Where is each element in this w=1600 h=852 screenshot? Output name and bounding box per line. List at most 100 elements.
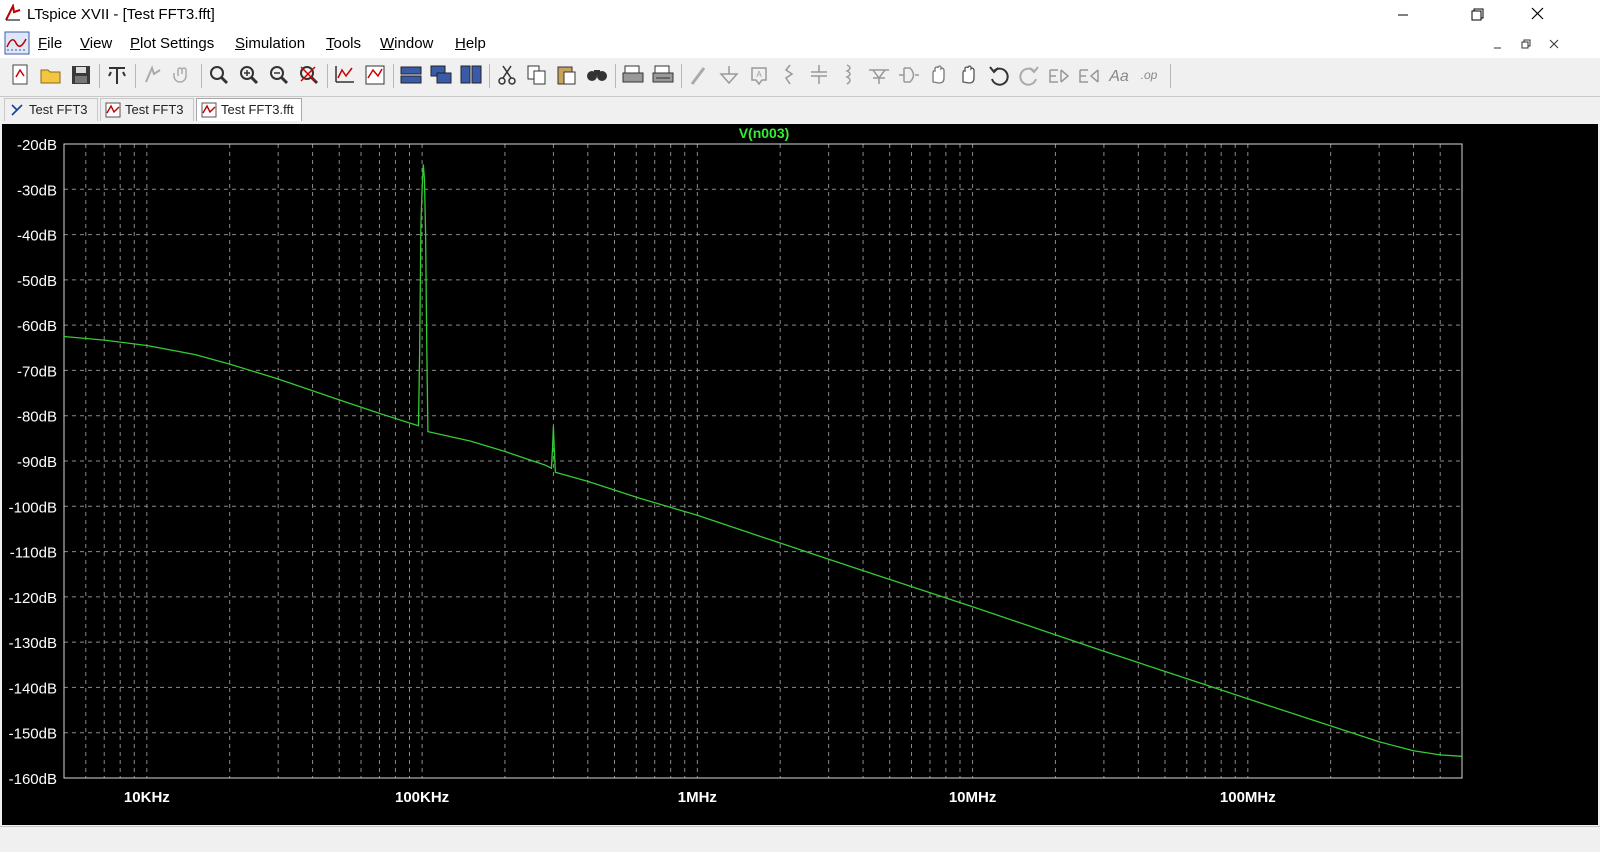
menu-plot-settings[interactable]: Plot Settings [130,35,214,52]
y-tick-label: -60dB [17,318,57,335]
menu-file[interactable]: File [38,35,62,52]
tab-fft[interactable]: Test FFT3.fft [196,98,302,121]
mdi-restore-button[interactable] [1516,34,1536,54]
restore-button[interactable] [1450,0,1506,30]
open-icon [40,69,61,84]
diode-button[interactable] [866,62,892,88]
new-schematic-button[interactable] [8,62,34,88]
undo-icon [989,66,1009,86]
y-tick-label: -20dB [17,137,57,154]
spice-directive-button[interactable]: .op [1136,62,1162,88]
tab-label: Test FFT3 [125,102,184,117]
control-panel-button[interactable] [104,62,130,88]
delete-traces-button[interactable] [362,62,388,88]
y-tick-label: -50dB [17,273,57,290]
restore-icon [1471,8,1484,21]
close-icon [1549,39,1559,49]
text-button[interactable]: Aa [1106,62,1132,88]
find-icon [587,70,607,81]
open-button[interactable] [38,62,64,88]
close-button[interactable] [1510,0,1566,30]
y-tick-label: -120dB [9,590,57,607]
zoom-in-button[interactable] [236,62,262,88]
redo-button[interactable] [1016,62,1042,88]
ltspice-logo-icon [5,4,21,21]
halt-button[interactable] [170,62,196,88]
cut-button[interactable] [494,62,520,88]
redo-icon [1019,66,1039,86]
zoom-fit-button[interactable] [296,62,322,88]
new-schematic-icon [12,64,28,85]
copy-icon [527,65,546,85]
plot-pane[interactable]: V(n003) -20dB -30dB -40dB -50dB -60dB -70dB -8… [2,124,1598,825]
drag-icon [962,65,975,84]
zoom-out-button[interactable] [266,62,292,88]
tab-waveform[interactable]: Test FFT3 [100,98,194,121]
status-bar [0,826,1600,852]
drag-button[interactable] [956,62,982,88]
trace-v-n003[interactable] [63,164,1463,757]
move-icon [932,65,945,84]
zoom-out-icon [270,66,289,85]
inductor-button[interactable] [836,62,862,88]
menu-window[interactable]: Window [380,35,433,52]
draw-wire-button[interactable] [686,62,712,88]
zoom-fit-icon [300,66,319,85]
toolbar-separator [99,64,100,88]
mdi-minimize-button[interactable] [1488,34,1508,54]
title-bar: LTspice XVII - [Test FFT3.fft] [0,0,1600,30]
draw-wire-icon [690,67,706,85]
mirror-icon [1079,69,1099,83]
cut-icon [498,65,516,85]
run-button[interactable] [140,62,166,88]
rotate-button[interactable] [1046,62,1072,88]
find-button[interactable] [584,62,610,88]
print-preview-button[interactable] [650,62,676,88]
menu-view[interactable]: View [80,35,112,52]
component-button[interactable] [896,62,922,88]
plot-title[interactable]: V(n003) [739,125,790,141]
menu-help[interactable]: Help [455,35,486,52]
mdi-close-button[interactable] [1544,34,1564,54]
label-net-button[interactable]: A [746,62,772,88]
y-tick-label: -130dB [9,635,57,652]
x-axis[interactable]: 10KHz 100KHz 1MHz 10MHz 100MHz [124,789,1276,806]
copy-button[interactable] [524,62,550,88]
tab-label: Test FFT3 [29,102,88,117]
undo-button[interactable] [986,62,1012,88]
toolbar-separator [393,64,394,88]
cascade-button[interactable] [428,62,454,88]
toolbar-separator [681,64,682,88]
tab-schematic[interactable]: Test FFT3 [4,98,98,121]
print-button[interactable] [620,62,646,88]
paste-button[interactable] [554,62,580,88]
diode-icon [869,69,889,84]
tile-horizontal-button[interactable] [398,62,424,88]
schematic-icon [11,104,23,116]
resistor-icon [784,64,794,85]
print-icon [622,65,644,83]
zoom-area-button[interactable] [206,62,232,88]
toolbar-separator [615,64,616,88]
tile-vertical-button[interactable] [458,62,484,88]
toolbar-separator [201,64,202,88]
zoom-area-icon [210,66,229,85]
ground-button[interactable] [716,62,742,88]
autoscale-button[interactable] [332,62,358,88]
document-waveform-icon [4,31,30,55]
resistor-button[interactable] [776,62,802,88]
grid [64,144,1462,778]
close-icon [1531,7,1544,20]
menu-tools[interactable]: Tools [326,35,361,52]
save-button[interactable] [68,62,94,88]
move-button[interactable] [926,62,952,88]
mirror-button[interactable] [1076,62,1102,88]
minimize-button[interactable] [1376,0,1432,30]
capacitor-button[interactable] [806,62,832,88]
minimize-icon [1494,47,1501,49]
component-icon [899,67,919,83]
x-tick-label: 100MHz [1220,789,1276,806]
menu-simulation[interactable]: Simulation [235,35,305,52]
y-axis[interactable]: -20dB -30dB -40dB -50dB -60dB -70dB -80dB -90dB… [9,137,57,788]
fft-plot[interactable]: V(n003) -20dB -30dB -40dB -50dB -60dB -70dB -8… [2,124,1598,825]
